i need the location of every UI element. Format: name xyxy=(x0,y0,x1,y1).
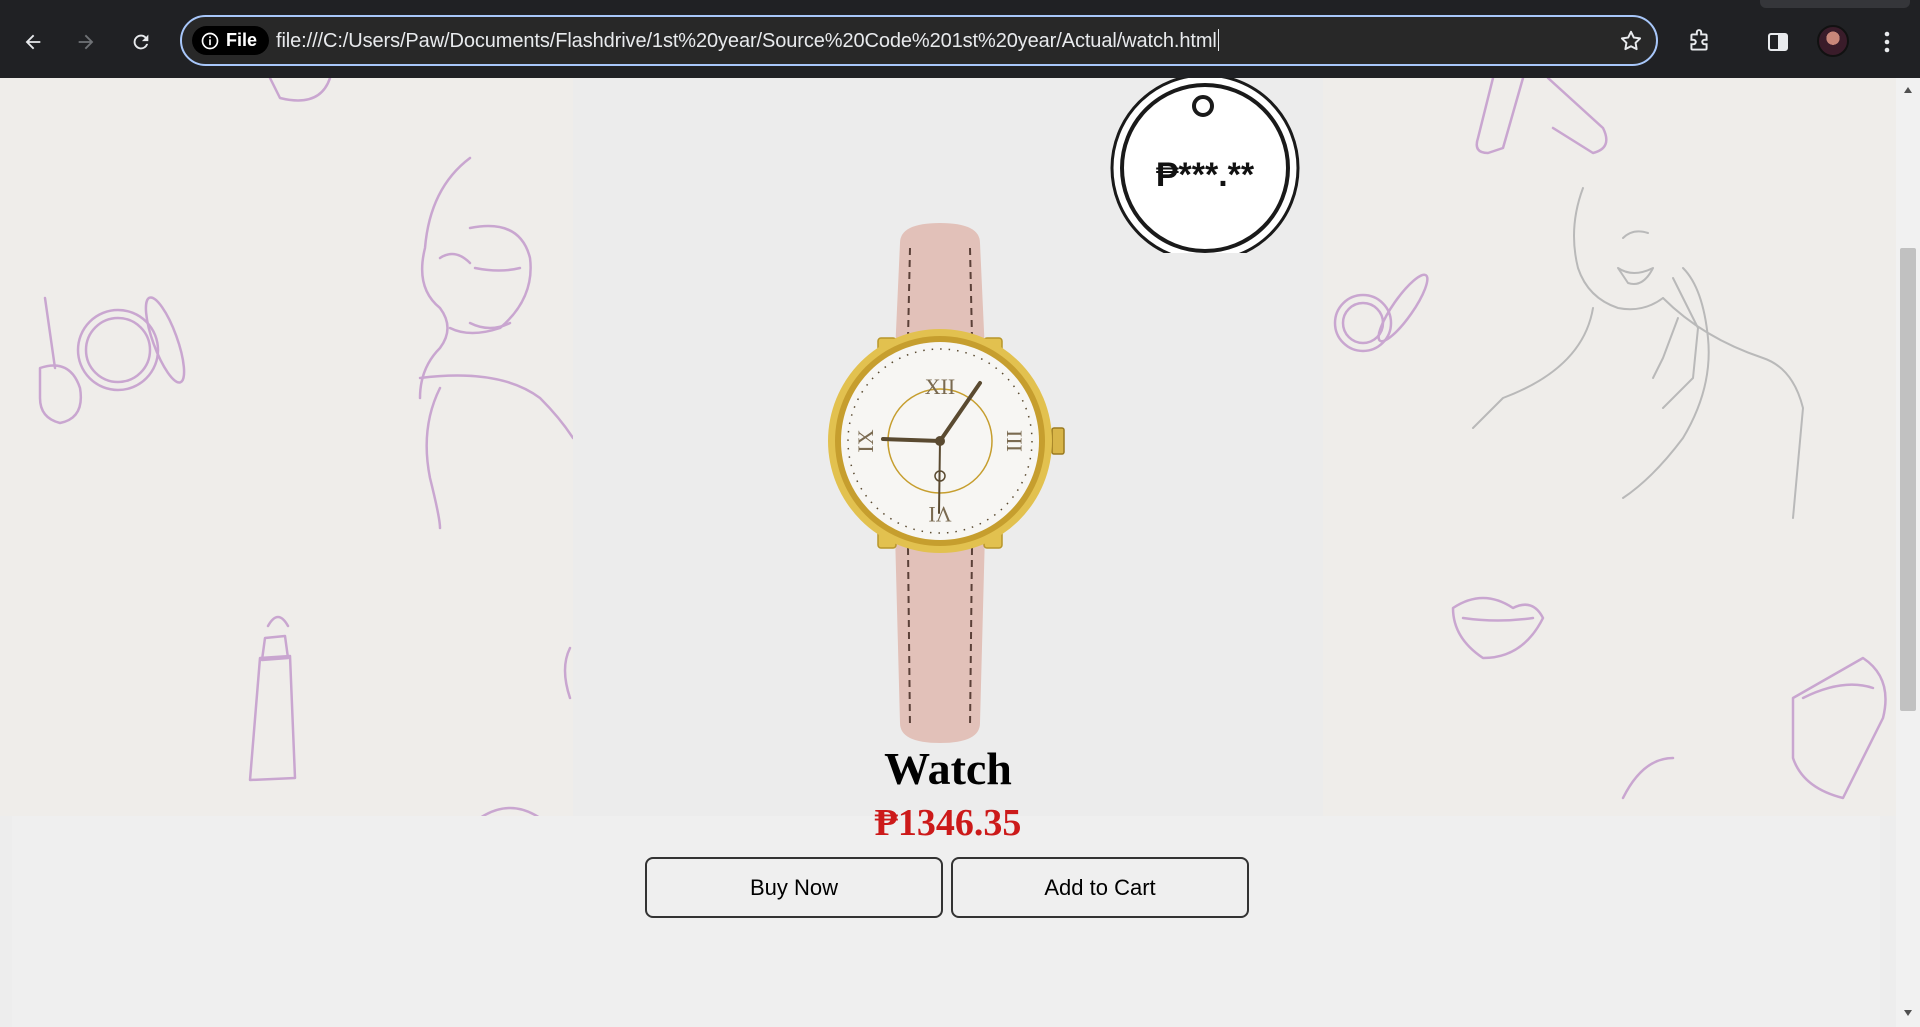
file-chip-label: File xyxy=(226,30,258,50)
numeral-iii: III xyxy=(1002,430,1027,452)
page-viewport: ₱***.** XII III VI IX xyxy=(0,78,1896,1027)
reload-icon xyxy=(133,34,149,50)
bookmark-star-icon[interactable] xyxy=(1618,28,1644,59)
watch-product-image: XII III VI IX xyxy=(828,223,1065,743)
url-text[interactable]: file:///C:/Users/Paw/Documents/Flashdriv… xyxy=(276,29,1219,53)
site-info-chip[interactable]: File xyxy=(192,26,270,55)
numeral-ix: IX xyxy=(853,429,878,452)
back-button[interactable] xyxy=(13,22,53,62)
info-icon xyxy=(201,32,219,49)
extensions-icon[interactable] xyxy=(1679,22,1719,62)
profile-avatar[interactable] xyxy=(1817,25,1849,57)
add-to-cart-button[interactable]: Add to Cart xyxy=(951,857,1249,918)
forward-arrow-icon xyxy=(78,34,94,50)
buy-now-button[interactable]: Buy Now xyxy=(645,857,943,918)
product-price: ₱1346.35 xyxy=(874,802,1022,844)
vertical-scrollbar[interactable] xyxy=(1896,78,1920,1027)
browser-toolbar: File file:///C:/Users/Paw/Documents/Flas… xyxy=(0,0,1920,78)
price-tag-text: ₱***.** xyxy=(1155,156,1255,194)
back-arrow-icon xyxy=(25,34,41,50)
product-title: Watch xyxy=(884,743,1012,794)
scrollbar-thumb[interactable] xyxy=(1900,248,1916,711)
scroll-down-arrow-icon[interactable] xyxy=(1896,1003,1920,1023)
reload-button[interactable] xyxy=(121,22,161,62)
menu-kebab-icon[interactable] xyxy=(1867,22,1907,62)
scroll-up-arrow-icon[interactable] xyxy=(1896,80,1920,100)
forward-button[interactable] xyxy=(66,22,106,62)
cosmetics-doodle-background-left xyxy=(0,78,575,820)
address-bar[interactable]: File file:///C:/Users/Paw/Documents/Flas… xyxy=(180,15,1658,66)
numeral-xii: XII xyxy=(925,374,956,399)
cosmetics-doodle-background-right xyxy=(1323,78,1896,816)
side-panel-icon[interactable] xyxy=(1758,22,1798,62)
product-info-panel xyxy=(12,816,1880,1027)
